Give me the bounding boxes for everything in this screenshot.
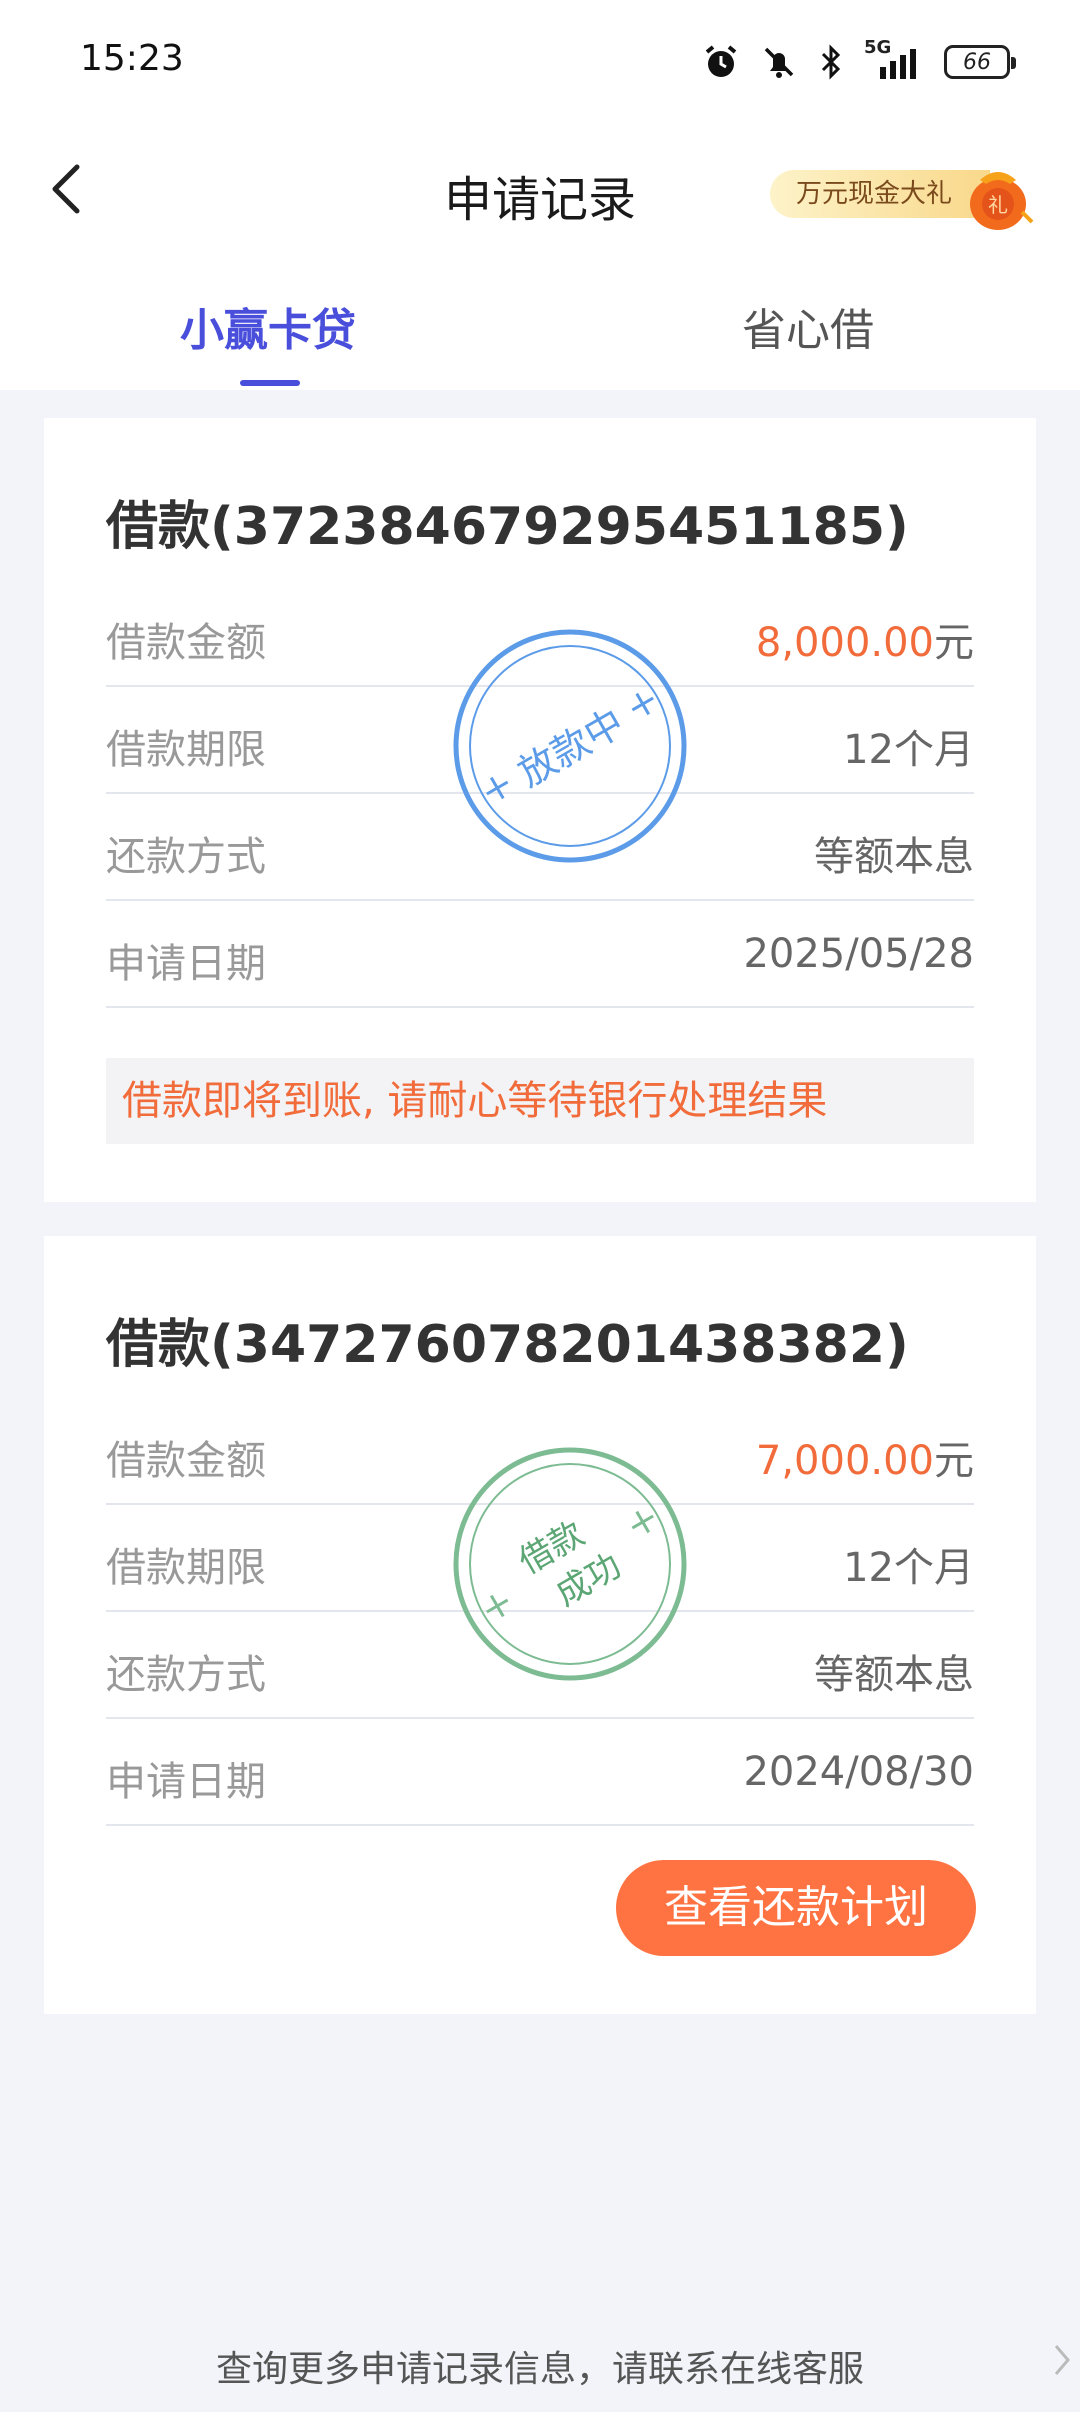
stamp-text: 放款中: [511, 700, 632, 795]
row-label: 申请日期: [106, 1759, 266, 1805]
battery-level: 66: [963, 49, 991, 75]
amount-unit: 元: [934, 620, 974, 666]
row-apply-date: 申请日期 2025/05/28: [106, 901, 974, 1008]
loan-title: 借款(372384679295451185): [106, 497, 909, 557]
row-value: 12个月: [843, 727, 974, 773]
gift-bag-text: 礼: [988, 193, 1008, 217]
footer-text: 查询更多申请记录信息，请联系在线客服: [215, 2349, 864, 2390]
row-label: 借款金额: [106, 620, 266, 666]
row-label: 借款金额: [106, 1438, 266, 1484]
row-label: 还款方式: [106, 1652, 266, 1698]
silent-bell-icon: [764, 47, 794, 78]
row-value: 7,000.00元: [756, 1428, 974, 1486]
row-value: 2025/05/28: [743, 931, 974, 977]
tab-xiaoying[interactable]: 小赢卡贷: [180, 294, 356, 358]
row-label: 申请日期: [106, 941, 266, 987]
row-value: 等额本息: [814, 834, 974, 880]
loan-amount: 8,000.00: [755, 620, 934, 666]
row-value: 8,000.00元: [756, 610, 974, 668]
chevron-right-icon: [1054, 2345, 1070, 2375]
row-label: 借款期限: [106, 727, 266, 773]
gift-bag-icon: 礼: [970, 172, 1034, 230]
header: 申请记录 万元现金大礼 礼: [0, 124, 1080, 266]
status-notice: 借款即将到账, 请耐心等待银行处理结果: [106, 1058, 974, 1144]
loan-title: 借款(347276078201438382): [106, 1315, 909, 1375]
cash-gift-promo[interactable]: 万元现金大礼 礼: [770, 164, 1050, 230]
stamp-success: 借款 成功: [453, 1447, 687, 1681]
row-apply-date: 申请日期 2024/08/30: [106, 1719, 974, 1826]
tab-active-indicator: [240, 380, 300, 386]
loan-card: 借款(347276078201438382) 借款金额 7,000.00元 借款…: [44, 1236, 1036, 2014]
loan-card: 借款(372384679295451185) 借款金额 8,000.00元 借款…: [44, 418, 1036, 1202]
row-value: 等额本息: [814, 1652, 974, 1698]
status-bar: 15:23 5G 66: [0, 0, 1080, 124]
amount-unit: 元: [934, 1438, 974, 1484]
status-icons: 5G 66: [702, 37, 1016, 84]
row-label: 借款期限: [106, 1545, 266, 1591]
tab-bar: 小赢卡贷 省心借: [0, 266, 1080, 390]
contact-service-link[interactable]: 查询更多申请记录信息，请联系在线客服: [0, 2326, 1080, 2406]
row-label: 还款方式: [106, 834, 266, 880]
alarm-icon: [705, 45, 737, 77]
loan-amount: 7,000.00: [755, 1438, 934, 1484]
battery-icon: 66: [944, 45, 1016, 79]
row-value: 12个月: [843, 1545, 974, 1591]
promo-label: 万元现金大礼: [770, 170, 990, 218]
view-repayment-plan-button[interactable]: 查看还款计划: [616, 1860, 976, 1956]
status-time: 15:23: [80, 38, 184, 79]
stamp-disbursing: 放款中: [453, 629, 687, 863]
bluetooth-icon: [821, 44, 841, 80]
signal-icon: 5G: [864, 37, 924, 81]
tab-shengxinjie[interactable]: 省心借: [742, 294, 874, 358]
row-value: 2024/08/30: [743, 1749, 974, 1795]
